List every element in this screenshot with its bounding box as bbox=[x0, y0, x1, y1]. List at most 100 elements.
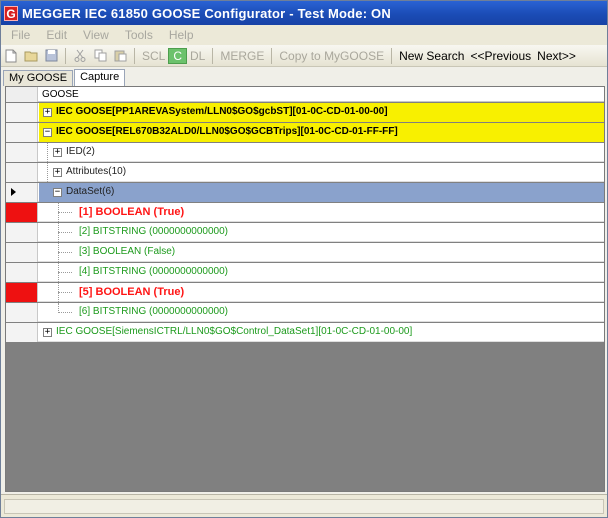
row-cell[interactable]: [4] BITSTRING (0000000000000) bbox=[39, 263, 604, 282]
menu-edit[interactable]: Edit bbox=[46, 28, 67, 42]
row-header[interactable] bbox=[6, 103, 38, 122]
table-row[interactable]: [1] BOOLEAN (True) bbox=[6, 203, 604, 222]
table-row[interactable]: − IEC GOOSE[REL670B32ALD0/LLN0$GO$GCBTri… bbox=[6, 123, 604, 142]
c-button[interactable]: C bbox=[168, 47, 188, 64]
goose-grid[interactable]: GOOSE + IEC GOOSE[PP1AREVASystem/LLN0$GO… bbox=[5, 86, 605, 492]
tree-line bbox=[58, 272, 72, 273]
window-title: MEGGER IEC 61850 GOOSE Configurator - Te… bbox=[22, 5, 391, 21]
title-bar[interactable]: G MEGGER IEC 61850 GOOSE Configurator - … bbox=[1, 1, 607, 25]
dl-button[interactable]: DL bbox=[187, 49, 208, 63]
row-header[interactable] bbox=[6, 243, 38, 262]
expand-plus-icon[interactable]: + bbox=[43, 108, 52, 117]
toolbar-separator bbox=[271, 47, 273, 64]
tree-line bbox=[58, 232, 72, 233]
toolbar-separator bbox=[134, 47, 135, 64]
column-header-goose[interactable]: GOOSE bbox=[42, 89, 79, 100]
tree-line bbox=[58, 252, 72, 253]
table-row[interactable]: + IEC GOOSE[SiemensICTRL/LLN0$GO$Control… bbox=[6, 323, 604, 342]
tab-strip: My GOOSE Capture bbox=[3, 69, 126, 86]
row-header[interactable] bbox=[6, 143, 38, 162]
tab-capture[interactable]: Capture bbox=[74, 69, 126, 86]
row-cell[interactable]: [5] BOOLEAN (True) bbox=[39, 283, 604, 302]
tree-line bbox=[58, 212, 72, 213]
table-row[interactable]: [2] BITSTRING (0000000000000) bbox=[6, 223, 604, 242]
expand-plus-icon[interactable]: + bbox=[53, 148, 62, 157]
row-cell[interactable]: [1] BOOLEAN (True) bbox=[39, 203, 604, 222]
copy-icon[interactable] bbox=[92, 48, 108, 64]
row-cell[interactable]: + IEC GOOSE[SiemensICTRL/LLN0$GO$Control… bbox=[39, 323, 604, 342]
ied-node-label: IED(2) bbox=[66, 146, 95, 157]
row-cell[interactable]: [6] BITSTRING (0000000000000) bbox=[39, 303, 604, 322]
goose-message-label: IEC GOOSE[SiemensICTRL/LLN0$GO$Control_D… bbox=[56, 326, 413, 337]
collapse-minus-icon[interactable]: − bbox=[53, 188, 62, 197]
row-header-alarm[interactable] bbox=[6, 283, 38, 302]
menu-view[interactable]: View bbox=[83, 28, 109, 42]
tab-my-goose[interactable]: My GOOSE bbox=[3, 70, 74, 86]
row-cell[interactable]: + IED(2) bbox=[39, 143, 604, 162]
table-row[interactable]: [4] BITSTRING (0000000000000) bbox=[6, 263, 604, 282]
expand-plus-icon[interactable]: + bbox=[43, 328, 52, 337]
menu-tools[interactable]: Tools bbox=[125, 28, 153, 42]
toolbar-separator bbox=[65, 47, 66, 64]
open-folder-icon[interactable] bbox=[23, 48, 39, 64]
toolbar-separator bbox=[212, 47, 214, 64]
row-header[interactable] bbox=[6, 223, 38, 242]
dataset-member-label: [4] BITSTRING (0000000000000) bbox=[79, 266, 228, 277]
row-header[interactable] bbox=[6, 123, 38, 142]
row-header[interactable] bbox=[6, 303, 38, 322]
table-row[interactable]: [6] BITSTRING (0000000000000) bbox=[6, 303, 604, 322]
previous-button[interactable]: <<Previous bbox=[467, 49, 534, 63]
row-cell[interactable]: [3] BOOLEAN (False) bbox=[39, 243, 604, 262]
status-bar bbox=[1, 494, 607, 517]
dataset-node-label: DataSet(6) bbox=[66, 186, 115, 197]
table-row[interactable]: [3] BOOLEAN (False) bbox=[6, 243, 604, 262]
grid-corner bbox=[6, 87, 38, 102]
row-cell[interactable]: − DataSet(6) bbox=[39, 183, 604, 202]
dataset-member-label: [3] BOOLEAN (False) bbox=[79, 246, 176, 257]
table-row[interactable]: [5] BOOLEAN (True) bbox=[6, 283, 604, 302]
new-search-button[interactable]: New Search bbox=[396, 49, 467, 63]
table-row[interactable]: + IEC GOOSE[PP1AREVASystem/LLN0$GO$gcbST… bbox=[6, 103, 604, 122]
table-row[interactable]: − DataSet(6) bbox=[6, 183, 604, 202]
tree-line bbox=[58, 312, 72, 313]
expand-plus-icon[interactable]: + bbox=[53, 168, 62, 177]
dataset-member-label: [5] BOOLEAN (True) bbox=[79, 286, 185, 298]
current-row-arrow-icon bbox=[11, 188, 16, 196]
merge-button[interactable]: MERGE bbox=[217, 49, 267, 63]
grid-header: GOOSE bbox=[6, 87, 604, 102]
table-row[interactable]: + IED(2) bbox=[6, 143, 604, 162]
app-window: G MEGGER IEC 61850 GOOSE Configurator - … bbox=[0, 0, 608, 518]
tree-line bbox=[47, 143, 48, 162]
cut-icon[interactable] bbox=[72, 48, 88, 64]
tree-line bbox=[47, 163, 48, 182]
next-button[interactable]: Next>> bbox=[534, 49, 579, 63]
save-icon[interactable] bbox=[43, 48, 59, 64]
attributes-node-label: Attributes(10) bbox=[66, 166, 127, 177]
menu-help[interactable]: Help bbox=[169, 28, 194, 42]
table-row[interactable]: + Attributes(10) bbox=[6, 163, 604, 182]
toolbar: SCL C DL MERGE Copy to MyGOOSE New Searc… bbox=[1, 45, 607, 67]
row-cell[interactable]: [2] BITSTRING (0000000000000) bbox=[39, 223, 604, 242]
copy-to-mygoose-button[interactable]: Copy to MyGOOSE bbox=[276, 49, 387, 63]
megger-logo-icon: G bbox=[4, 5, 18, 21]
goose-message-label: IEC GOOSE[REL670B32ALD0/LLN0$GO$GCBTrips… bbox=[56, 126, 398, 137]
goose-message-label: IEC GOOSE[PP1AREVASystem/LLN0$GO$gcbST][… bbox=[56, 106, 388, 117]
paste-icon[interactable] bbox=[112, 48, 128, 64]
row-header[interactable] bbox=[6, 163, 38, 182]
new-file-icon[interactable] bbox=[3, 48, 19, 64]
dataset-member-label: [2] BITSTRING (0000000000000) bbox=[79, 226, 228, 237]
menu-bar: File Edit View Tools Help bbox=[1, 25, 607, 45]
row-cell[interactable]: + IEC GOOSE[PP1AREVASystem/LLN0$GO$gcbST… bbox=[39, 103, 604, 122]
collapse-minus-icon[interactable]: − bbox=[43, 128, 52, 137]
dataset-member-label: [1] BOOLEAN (True) bbox=[79, 206, 185, 218]
dataset-member-label: [6] BITSTRING (0000000000000) bbox=[79, 306, 228, 317]
toolbar-separator bbox=[391, 47, 393, 64]
row-header[interactable] bbox=[6, 323, 38, 342]
row-cell[interactable]: + Attributes(10) bbox=[39, 163, 604, 182]
row-header-alarm[interactable] bbox=[6, 203, 38, 222]
menu-file[interactable]: File bbox=[11, 28, 30, 42]
row-header-current[interactable] bbox=[6, 183, 38, 202]
row-cell[interactable]: − IEC GOOSE[REL670B32ALD0/LLN0$GO$GCBTri… bbox=[39, 123, 604, 142]
row-header[interactable] bbox=[6, 263, 38, 282]
scl-button[interactable]: SCL bbox=[139, 49, 168, 63]
